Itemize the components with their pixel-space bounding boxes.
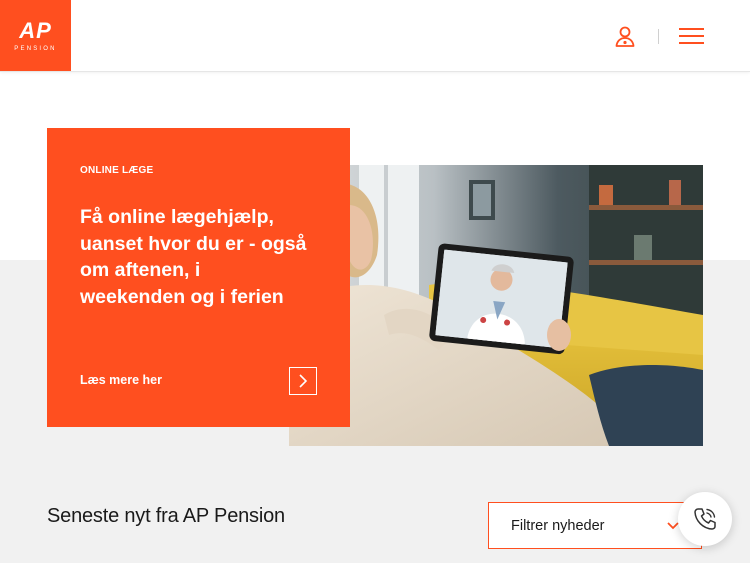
news-section-title: Seneste nyt fra AP Pension [47, 505, 285, 527]
news-filter-label: Filtrer nyheder [511, 518, 605, 534]
promo-heading: Få online lægehjælp, uanset hvor du er -… [80, 206, 307, 308]
call-button[interactable] [678, 492, 732, 546]
logo-subtext: PENSION [14, 45, 57, 52]
logo-mark: AP [19, 17, 52, 43]
header-divider [658, 29, 659, 44]
video-call-photo [289, 165, 703, 446]
menu-button[interactable] [679, 26, 704, 46]
site-header: AP PENSION [0, 0, 750, 72]
chevron-right-icon [299, 374, 308, 388]
user-login-button[interactable] [614, 25, 636, 47]
promo-card: ONLINE LÆGE Få online lægehjælp, uanset … [47, 128, 350, 427]
read-more-link[interactable]: Læs mere her [80, 373, 162, 387]
read-more-arrow-button[interactable] [289, 367, 317, 395]
chevron-down-icon [667, 522, 679, 530]
news-filter-dropdown[interactable]: Filtrer nyheder [488, 502, 702, 549]
user-icon [615, 26, 635, 47]
hamburger-menu-icon [679, 28, 704, 44]
promo-eyebrow: ONLINE LÆGE [80, 165, 154, 176]
ap-pension-logo[interactable]: AP PENSION [0, 0, 71, 71]
phone-call-icon [694, 508, 716, 530]
